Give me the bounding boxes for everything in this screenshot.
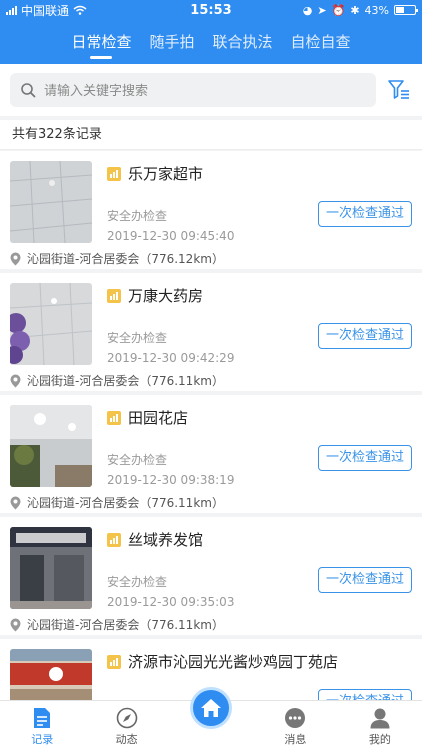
home-button[interactable] [190,687,233,729]
filter-icon [388,80,409,99]
location-pin-icon [10,618,21,631]
search-box[interactable] [10,73,376,107]
bottom-tab-bar: 记录 动态 消息 我的 [0,687,422,750]
clock: 15:53 [190,2,232,18]
user-icon [370,708,390,729]
record-count: 共有322条记录 [0,120,422,150]
store-badge-icon [107,655,121,669]
location-row: 沁园街道-河合居委会（776.11km） [10,494,224,511]
inspection-time: 2019-12-30 09:45:40 [107,229,235,243]
tab-snapshot[interactable]: 随手拍 [149,20,194,64]
record-list: 乐万家超市 安全办检查 2019-12-30 09:45:40 一次检查通过 沁… [0,151,422,700]
tab-joint-enforcement[interactable]: 联合执法 [213,20,273,64]
signal-icon [6,5,17,15]
home-icon [201,699,222,717]
inspector-office: 安全办检查 [107,331,168,345]
store-badge-icon [107,533,121,547]
document-icon [34,708,51,728]
bluetooth-icon: ✱ [350,3,360,17]
battery-percent: 43% [364,3,389,17]
store-badge-icon [107,167,121,181]
inspection-result-button[interactable]: 一次检查通过 [318,567,412,593]
location-row: 沁园街道-河合居委会（776.11km） [10,616,224,633]
location-text: 沁园街道-河合居委会（776.11km） [27,618,224,632]
compass-icon [116,707,137,729]
inspection-result-button[interactable]: 一次检查通过 [318,445,412,471]
store-name: 田园花店 [128,409,189,427]
store-photo [10,283,92,365]
search-row [0,64,422,116]
status-bar: 中国联通 15:53 ◕ ➤ ⏰ ✱ 43% [0,0,422,20]
inspector-office: 安全办检查 [107,453,168,467]
store-name: 丝域养发馆 [128,531,204,549]
inspector-office: 安全办检查 [107,575,168,589]
store-photo [10,649,92,700]
tab-feed[interactable]: 动态 [84,701,168,750]
rotation-lock-icon: ◕ [302,3,313,17]
location-text: 沁园街道-河合居委会（776.11km） [27,374,224,388]
record-card[interactable]: 田园花店 安全办检查 2019-12-30 09:38:19 一次检查通过 沁园… [0,395,422,513]
record-card[interactable]: 万康大药房 安全办检查 2019-12-30 09:42:29 一次检查通过 沁… [0,273,422,391]
location-text: 沁园街道-河合居委会（776.12km） [27,252,224,266]
inspection-time: 2019-12-30 09:42:29 [107,351,235,365]
alarm-icon: ⏰ [331,3,346,17]
location-row: 沁园街道-河合居委会（776.12km） [10,250,224,267]
inspection-result-button[interactable]: 一次检查通过 [318,201,412,227]
location-text: 沁园街道-河合居委会（776.11km） [27,496,224,510]
chat-bubble-icon [285,708,306,728]
record-card[interactable]: 乐万家超市 安全办检查 2019-12-30 09:45:40 一次检查通过 沁… [0,151,422,269]
store-photo [10,405,92,487]
tab-profile[interactable]: 我的 [338,701,422,750]
carrier-label: 中国联通 [21,3,70,18]
tab-records[interactable]: 记录 [0,701,84,750]
store-name: 济源市沁园光光酱炒鸡园丁苑店 [128,653,339,671]
location-pin-icon [10,252,21,265]
record-card[interactable]: 丝域养发馆 安全办检查 2019-12-30 09:35:03 一次检查通过 沁… [0,517,422,635]
battery-icon [394,5,418,15]
inspection-time: 2019-12-30 09:35:03 [107,595,235,609]
tab-label: 消息 [284,733,307,746]
tab-daily-inspection[interactable]: 日常检查 [71,20,131,64]
inspection-result-button[interactable]: 一次检查通过 [318,689,412,700]
inspection-time: 2019-12-30 09:38:19 [107,473,235,487]
tab-self-inspection[interactable]: 自检自查 [291,20,351,64]
location-pin-icon [10,374,21,387]
inspector-office: 安全办检查 [107,209,168,223]
store-photo [10,161,92,243]
tab-home[interactable] [169,687,253,750]
store-badge-icon [107,289,121,303]
store-name: 乐万家超市 [128,165,204,183]
location-row: 沁园街道-河合居委会（776.11km） [10,372,224,389]
location-arrow-icon: ➤ [317,3,327,17]
tab-label: 动态 [115,733,138,746]
wifi-icon [73,5,87,15]
store-photo [10,527,92,609]
tab-messages[interactable]: 消息 [253,701,337,750]
store-badge-icon [107,411,121,425]
tab-label: 记录 [31,733,54,746]
tab-label: 我的 [368,733,391,746]
filter-button[interactable] [386,77,412,103]
store-name: 万康大药房 [128,287,204,305]
search-icon [21,83,36,98]
search-input[interactable] [44,82,366,98]
top-tab-bar: 日常检查 随手拍 联合执法 自检自查 [0,20,422,64]
inspection-result-button[interactable]: 一次检查通过 [318,323,412,349]
location-pin-icon [10,496,21,509]
